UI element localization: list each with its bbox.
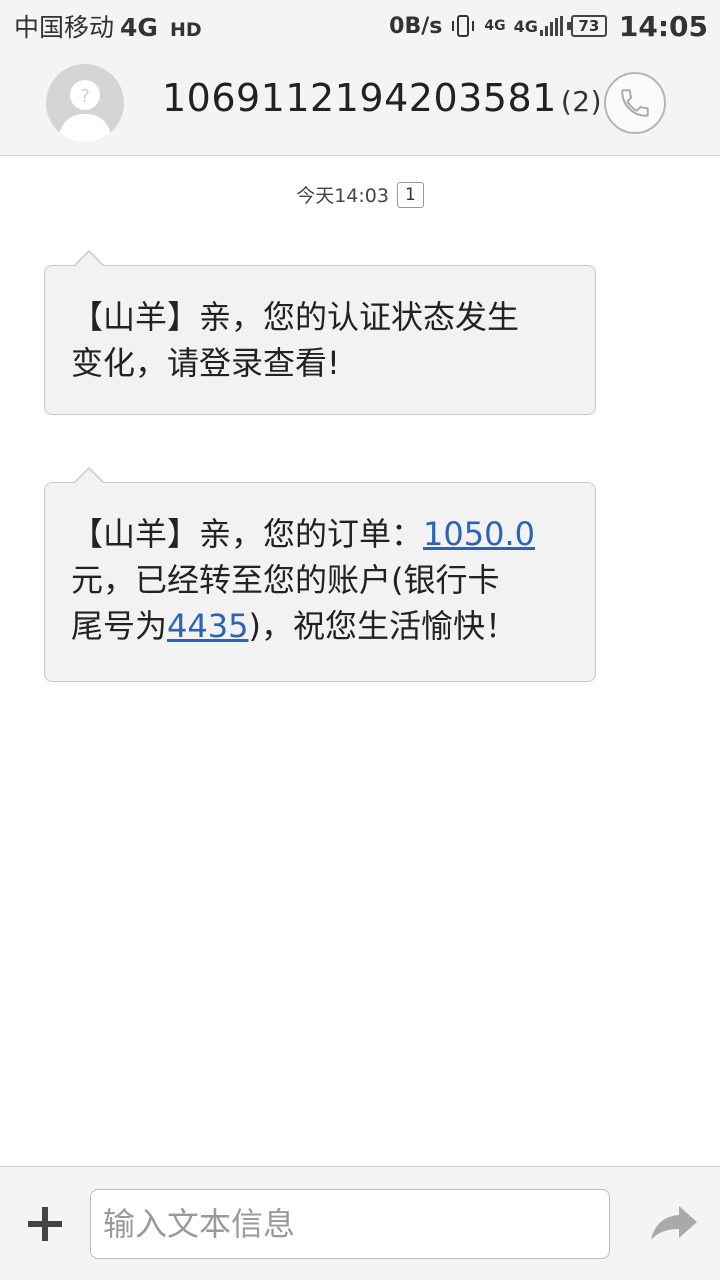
data-4g-label: 4G [484, 18, 506, 34]
compose-bar [0, 1166, 720, 1280]
hd-indicator: HD [169, 19, 202, 41]
contact-title: 1069112194203581 (2) [162, 76, 602, 120]
status-bar: 中国移动 4G HD 0B/s 4G 4G 73 14:05 [0, 0, 720, 52]
message-bubble[interactable]: 【山羊】亲，您的认证状态发生 变化，请登录查看! [44, 250, 596, 415]
message-line: 变化，请登录查看! [71, 344, 340, 382]
card-number-link[interactable]: 4435 [167, 607, 248, 645]
conversation-header: ? 1069112194203581 (2) [0, 52, 720, 156]
svg-text:?: ? [80, 86, 90, 107]
message-line: 尾号为4435)，祝您生活愉快！ [71, 603, 571, 649]
plus-icon [28, 1207, 62, 1241]
send-button[interactable] [648, 1199, 700, 1245]
add-attachment-button[interactable] [22, 1201, 68, 1247]
person-icon: ? [58, 80, 112, 142]
call-button[interactable] [604, 72, 666, 134]
vibrate-icon [450, 13, 476, 39]
signal-bars-icon [539, 16, 563, 36]
network-speed: 0B/s [389, 13, 443, 39]
message-text: )，祝您生活愉快！ [248, 607, 517, 645]
network-type: 4G [120, 13, 158, 42]
status-left: 中国移动 4G HD [14, 8, 202, 44]
message-list[interactable]: 今天14:03 1 【山羊】亲，您的认证状态发生 变化，请登录查看! 【山羊】亲… [0, 157, 720, 1165]
timestamp-text: 今天14:03 [296, 185, 389, 207]
message-bubble[interactable]: 【山羊】亲，您的订单：1050.0 元，已经转至您的账户(银行卡 尾号为4435… [44, 467, 596, 682]
message-line: 【山羊】亲，您的订单：1050.0 [71, 511, 571, 557]
signal-4g-label: 4G [513, 16, 538, 36]
carrier-name: 中国移动 [14, 13, 115, 42]
battery-icon: 73 [566, 15, 607, 37]
contact-number: 1069112194203581 [162, 76, 557, 120]
message-line: 【山羊】亲，您的认证状态发生 [71, 298, 520, 336]
signal-4g-secondary: 4G [484, 18, 506, 34]
status-right: 0B/s 4G 4G 73 14:05 [389, 10, 708, 43]
message-input[interactable] [90, 1189, 610, 1259]
sms-conversation-screen: 中国移动 4G HD 0B/s 4G 4G 73 14:05 ? 1069112… [0, 0, 720, 1280]
message-line: 元，已经转至您的账户(银行卡 [71, 561, 500, 599]
contact-avatar[interactable]: ? [46, 64, 124, 142]
amount-link[interactable]: 1050.0 [423, 515, 535, 553]
message-count: (2) [560, 85, 602, 118]
phone-icon [621, 89, 649, 117]
message-text: 尾号为 [71, 607, 168, 645]
clock: 14:05 [618, 9, 708, 43]
sim-slot-badge: 1 [396, 181, 424, 208]
send-arrow-icon [651, 1206, 697, 1240]
message-text: 【山羊】亲，您的订单： [71, 515, 424, 553]
battery-level: 73 [578, 17, 600, 35]
signal-strength: 4G [514, 16, 563, 36]
message-timestamp: 今天14:03 1 [0, 181, 720, 208]
